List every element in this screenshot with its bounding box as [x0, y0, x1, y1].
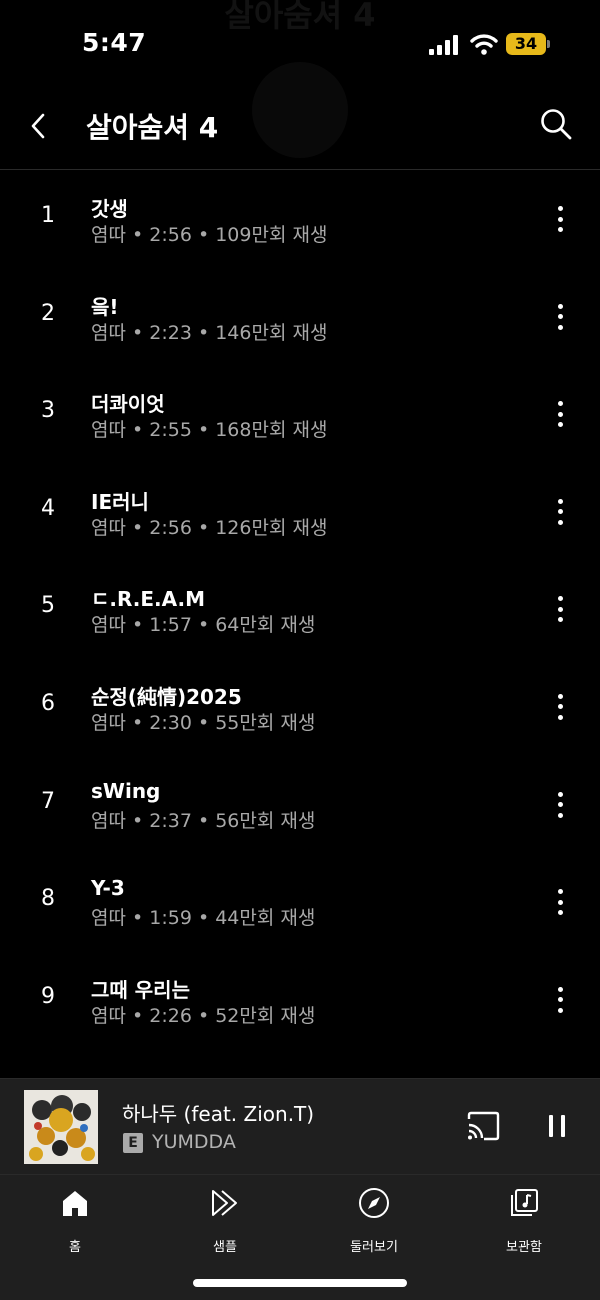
nav-label: 보관함	[506, 1240, 542, 1255]
battery-level: 34	[514, 34, 538, 53]
track-number: 9	[41, 983, 55, 1009]
now-playing-title: 하나두 (feat. Zion.T)	[122, 1102, 315, 1126]
track-meta: 염따 • 2:26 • 52만회 재생	[91, 1004, 316, 1027]
track-number: 1	[41, 203, 55, 228]
more-options-icon[interactable]	[546, 885, 574, 919]
home-indicator	[193, 1279, 407, 1287]
track-row[interactable]: 2 읔! 염따 • 2:23 • 146만회 재생	[0, 268, 600, 366]
track-meta: 염따 • 2:56 • 109만회 재생	[91, 224, 328, 246]
status-bar: 5:47 34	[0, 0, 600, 88]
track-number: 8	[41, 886, 55, 912]
track-row[interactable]: 5 ㄷ.R.E.A.M 염따 • 1:57 • 64만회 재생	[0, 560, 600, 658]
track-meta: 염따 • 2:55 • 168만회 재생	[91, 419, 328, 442]
track-meta: 염따 • 2:23 • 146만회 재생	[91, 321, 328, 344]
samples-icon	[212, 1190, 237, 1216]
track-title: IE러니	[91, 489, 149, 514]
more-options-icon[interactable]	[546, 495, 574, 529]
more-options-icon[interactable]	[546, 300, 574, 334]
track-row[interactable]: 6 순정(純情)2025 염따 • 2:30 • 55만회 재생	[0, 658, 600, 756]
cellular-signal-icon	[429, 35, 458, 55]
cast-icon[interactable]	[466, 1111, 500, 1141]
nav-label: 샘플	[213, 1240, 237, 1255]
track-meta: 염따 • 1:59 • 44만회 재생	[91, 907, 316, 930]
track-meta: 염따 • 2:56 • 126만회 재생	[91, 516, 328, 539]
mini-player[interactable]: 하나두 (feat. Zion.T) E YUMDDA	[0, 1078, 600, 1174]
track-title: 갓생	[91, 197, 128, 221]
track-number: 7	[41, 788, 55, 814]
track-row[interactable]: 7 sWing 염따 • 2:37 • 56만회 재생	[0, 756, 600, 854]
track-title: ㄷ.R.E.A.M	[91, 587, 205, 612]
track-title: 순정(純情)2025	[91, 684, 242, 709]
library-icon	[511, 1189, 538, 1216]
track-meta: 염따 • 1:57 • 64만회 재생	[91, 614, 316, 637]
battery-indicator: 34	[506, 33, 550, 55]
page-title: 살아숨셔 4	[86, 111, 219, 144]
track-title: 더콰이엇	[91, 392, 165, 417]
more-options-icon[interactable]	[546, 788, 574, 822]
track-number: 5	[41, 593, 55, 619]
now-playing-artist: YUMDDA	[152, 1131, 236, 1153]
status-time: 5:47	[82, 28, 147, 57]
track-meta: 염따 • 2:30 • 55만회 재생	[91, 711, 316, 734]
nav-item-library[interactable]: 보관함	[469, 1187, 579, 1257]
more-options-icon[interactable]	[546, 397, 574, 431]
track-row[interactable]: 3 더콰이엇 염따 • 2:55 • 168만회 재생	[0, 365, 600, 463]
track-number: 2	[41, 300, 55, 326]
nav-item-samples[interactable]: 샘플	[170, 1187, 280, 1257]
track-meta: 염따 • 2:37 • 56만회 재생	[91, 809, 316, 832]
track-row[interactable]: 1 갓생 염따 • 2:56 • 109만회 재생	[0, 170, 600, 268]
more-options-icon[interactable]	[546, 983, 574, 1017]
more-options-icon[interactable]	[546, 592, 574, 626]
chevron-left-icon	[31, 113, 45, 139]
explicit-badge: E	[123, 1133, 143, 1153]
back-button[interactable]	[22, 108, 54, 144]
bottom-navigation: 홈 샘플 둘러보기 보관함	[0, 1174, 600, 1300]
more-options-icon[interactable]	[546, 690, 574, 724]
nav-label: 둘러보기	[350, 1240, 398, 1255]
pause-button[interactable]	[544, 1113, 570, 1141]
track-number: 3	[41, 398, 55, 424]
track-title: Y-3	[91, 876, 125, 901]
track-row[interactable]: 4 IE러니 염따 • 2:56 • 126만회 재생	[0, 463, 600, 561]
home-icon	[63, 1191, 87, 1216]
track-title: sWing	[91, 778, 161, 803]
battery-cap	[547, 40, 550, 48]
track-row[interactable]: 9 그때 우리는 염따 • 2:26 • 52만회 재생	[0, 951, 600, 1049]
search-icon[interactable]	[538, 106, 574, 142]
nav-item-home[interactable]: 홈	[20, 1187, 130, 1257]
nav-label: 홈	[69, 1240, 81, 1255]
nav-item-explore[interactable]: 둘러보기	[319, 1187, 429, 1257]
track-title: 그때 우리는	[91, 977, 190, 1002]
track-title: 읔!	[91, 294, 119, 319]
explore-icon	[359, 1188, 389, 1218]
track-number: 6	[41, 690, 55, 716]
track-row[interactable]: 8 Y-3 염따 • 1:59 • 44만회 재생	[0, 853, 600, 951]
track-list: 1 갓생 염따 • 2:56 • 109만회 재생 2 읔! 염따 • 2:23…	[0, 170, 600, 1048]
track-number: 4	[41, 495, 55, 521]
wifi-icon	[470, 34, 498, 55]
more-options-icon[interactable]	[546, 202, 574, 236]
album-art-thumbnail[interactable]	[24, 1090, 98, 1164]
top-app-bar: 살아숨셔 4	[0, 88, 600, 170]
